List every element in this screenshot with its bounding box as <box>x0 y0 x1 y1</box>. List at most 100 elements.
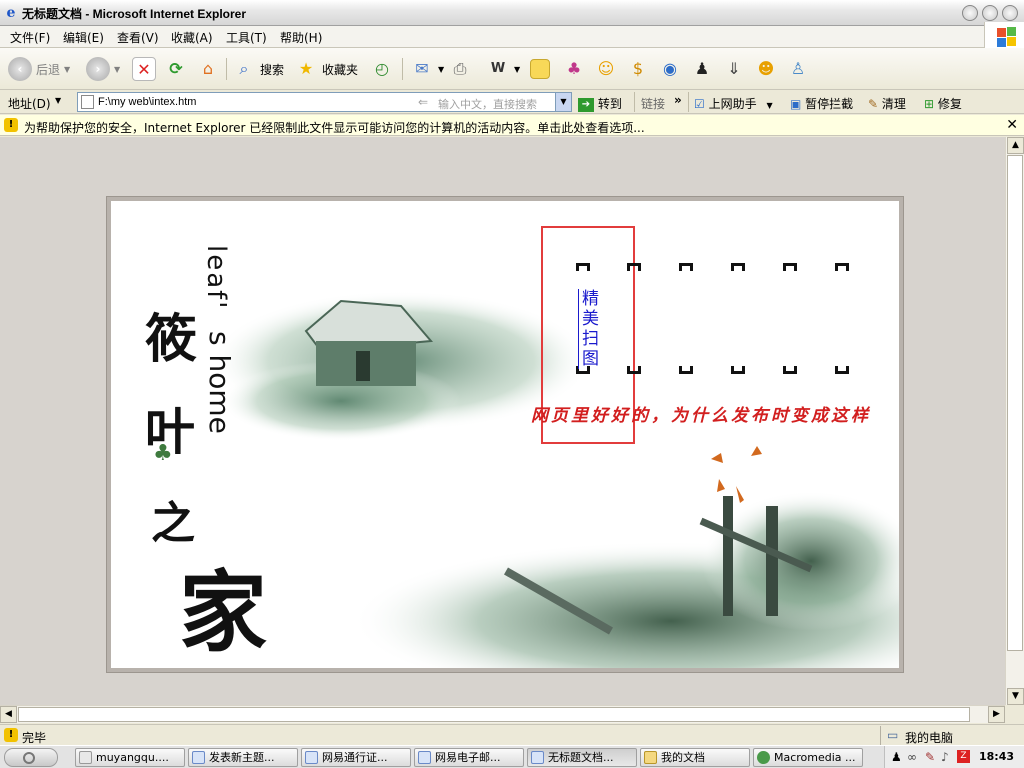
folder-icon <box>644 751 657 764</box>
popup-block-label: 暂停拦截 <box>805 97 854 111</box>
search-label: 搜索 <box>260 62 285 77</box>
task-button[interactable]: muyangqu.... <box>75 748 185 767</box>
horizontal-scrollbar[interactable]: ◀ ▶ <box>0 705 1005 723</box>
page-icon <box>81 95 94 109</box>
address-separator <box>688 92 689 112</box>
minimize-button[interactable] <box>962 5 978 21</box>
task-button[interactable]: 发表新主题... <box>188 748 298 767</box>
contacts-button[interactable]: ♙ <box>786 56 810 82</box>
chat-button[interactable]: ☻ <box>754 56 778 82</box>
scroll-down-icon[interactable]: ▼ <box>1007 688 1024 705</box>
clean-button[interactable]: ✎ 清理 <box>868 95 906 112</box>
scroll-thumb[interactable] <box>1007 155 1023 651</box>
bracket-bottom <box>679 366 693 374</box>
vertical-scrollbar[interactable]: ▲ ▼ <box>1005 137 1024 705</box>
back-button[interactable]: ‹ 后退 ▼ <box>8 56 70 82</box>
address-input[interactable]: F:\my web\intex.htm ⇐ 输入中文，直接搜索 ▼ <box>77 92 572 112</box>
edit-button[interactable]: W ▼ <box>486 56 520 82</box>
mail-button[interactable]: ✉ ▼ <box>410 56 444 82</box>
close-button[interactable] <box>1002 5 1018 21</box>
window-title: 无标题文档 - Microsoft Internet Explorer <box>22 7 247 21</box>
tray-tool-icon[interactable]: ✎ <box>925 750 935 764</box>
ie-logo-icon: e <box>6 5 16 21</box>
refresh-button[interactable]: ⟳ <box>164 56 188 82</box>
close-icon[interactable]: ✕ <box>1006 117 1018 133</box>
tray-app-icon[interactable]: ♟ <box>891 750 902 764</box>
tray-antivirus-icon[interactable]: Z <box>957 750 970 763</box>
task-button[interactable]: Macromedia ... <box>753 748 863 767</box>
maximize-button[interactable] <box>982 5 998 21</box>
menu-file[interactable]: 文件(F) <box>10 29 50 46</box>
windows-flag-icon <box>984 22 1024 48</box>
stop-button[interactable]: ✕ <box>132 56 156 82</box>
address-url: F:\my web\intex.htm <box>98 96 197 108</box>
printer-icon: ⎙ <box>453 59 467 78</box>
mail-icon: ✉ <box>415 59 429 78</box>
chat-face-icon: ☻ <box>757 59 775 78</box>
ie-window-icon <box>305 751 318 764</box>
refresh-icon: ⟳ <box>169 59 183 78</box>
security-info-bar[interactable]: ! 为帮助保护您的安全，Internet Explorer 已经限制此文件显示可… <box>0 115 1024 136</box>
bracket-top <box>835 263 849 271</box>
chevron-right-icon[interactable]: » <box>674 93 682 107</box>
task-button[interactable]: 网易电子邮... <box>414 748 524 767</box>
page-viewport: leaf' s home 筱 叶 之 家 ♣ 精美扫图 网页里好好的，为什么发布… <box>0 137 1005 705</box>
bracket-bottom <box>835 366 849 374</box>
favorites-button[interactable]: ★ 收藏夹 <box>294 56 358 82</box>
qq-button[interactable]: ♟ <box>690 56 714 82</box>
page-card: leaf' s home 筱 叶 之 家 ♣ 精美扫图 网页里好好的，为什么发布… <box>107 197 903 672</box>
logo-en-home: s home <box>203 331 236 434</box>
start-button[interactable] <box>4 748 58 767</box>
task-label: 网易通行证... <box>322 751 388 764</box>
emoticon-button[interactable]: ☺ <box>594 56 618 82</box>
tray-glasses-icon[interactable]: ∞ <box>907 750 917 764</box>
status-text: 完毕 <box>22 731 47 745</box>
assistant-button[interactable]: ☑ 上网助手 ▼ <box>694 95 773 112</box>
task-button[interactable]: 网易通行证... <box>301 748 411 767</box>
assistant-label: 上网助手 <box>708 97 757 111</box>
address-dropdown-icon[interactable]: ▼ <box>555 93 571 111</box>
repair-button[interactable]: ⊞ 修复 <box>924 95 962 112</box>
money-button[interactable]: $ <box>626 56 650 82</box>
scroll-left-icon[interactable]: ◀ <box>0 706 17 723</box>
forward-button[interactable]: › ▼ <box>86 56 120 82</box>
search-button[interactable]: ⌕ 搜索 <box>232 56 285 82</box>
menu-tools[interactable]: 工具(T) <box>226 29 267 46</box>
download-button[interactable]: ⇓ <box>722 56 746 82</box>
print-button[interactable]: ⎙ <box>448 56 472 82</box>
chevron-down-icon: ▼ <box>514 64 521 74</box>
links-label[interactable]: 链接 <box>641 95 665 112</box>
bracket-bottom <box>783 366 797 374</box>
shield-icon: ! <box>4 728 18 742</box>
nav-link-scans[interactable]: 精美扫图 <box>578 289 601 369</box>
popup-block-button[interactable]: ▣ 暂停拦截 <box>790 95 853 112</box>
history-button[interactable]: ◴ <box>370 56 394 82</box>
speaker-icon[interactable]: ♪ <box>941 750 949 764</box>
scroll-thumb[interactable] <box>18 707 970 722</box>
note-button[interactable] <box>530 56 550 82</box>
menu-view[interactable]: 查看(V) <box>117 29 159 46</box>
task-button[interactable]: 我的文档 <box>640 748 750 767</box>
go-button[interactable]: ➔ 转到 <box>578 95 622 112</box>
globe-icon: ◉ <box>663 59 677 78</box>
ie-window-icon <box>531 751 544 764</box>
menu-help[interactable]: 帮助(H) <box>280 29 322 46</box>
chevron-down-icon[interactable]: ▼ <box>55 96 61 105</box>
go-label: 转到 <box>597 97 622 111</box>
menu-favorites[interactable]: 收藏(A) <box>171 29 213 46</box>
clock[interactable]: 18:43 <box>979 750 1014 763</box>
favorites-label: 收藏夹 <box>322 62 359 77</box>
history-icon: ◴ <box>375 59 389 78</box>
messenger-button[interactable]: ♣ <box>562 56 586 82</box>
search-placeholder: 输入中文，直接搜索 <box>438 98 537 111</box>
scroll-up-icon[interactable]: ▲ <box>1007 137 1024 154</box>
menu-edit[interactable]: 编辑(E) <box>63 29 104 46</box>
globe-button[interactable]: ◉ <box>658 56 682 82</box>
system-tray: ♟ ∞ ✎ ♪ Z 18:43 <box>884 746 1024 768</box>
taskbar: muyangqu.... 发表新主题... 网易通行证... 网易电子邮... … <box>0 745 1024 768</box>
home-button[interactable]: ⌂ <box>196 56 220 82</box>
scroll-right-icon[interactable]: ▶ <box>988 706 1005 723</box>
bracket-top <box>783 263 797 271</box>
task-button-active[interactable]: 无标题文档... <box>527 748 637 767</box>
money-bag-icon: $ <box>632 59 644 78</box>
